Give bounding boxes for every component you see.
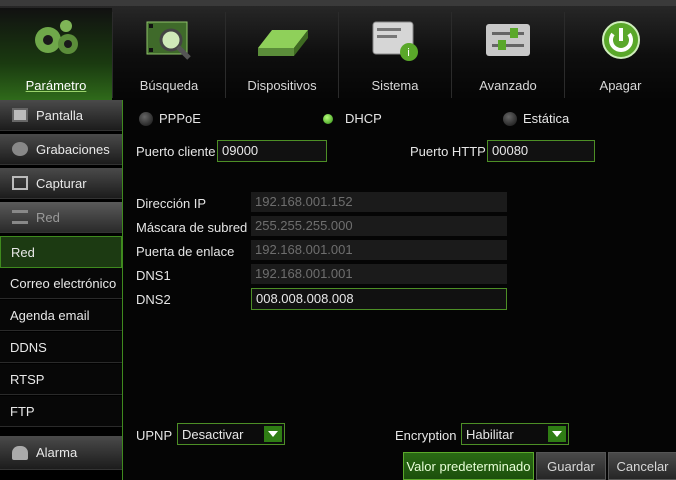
chevron-down-icon [264, 426, 282, 442]
radio-dot-selected [323, 113, 333, 124]
film-reel-icon [12, 142, 28, 156]
radio-estatica-label: Estática [523, 111, 570, 126]
mask-label: Máscara de subred [136, 220, 248, 235]
sidebar-item-correo[interactable]: Correo electrónico [0, 268, 122, 299]
puerto-http-field[interactable]: 00080 [487, 140, 595, 162]
sidebar-item-ftp[interactable]: FTP [0, 396, 122, 427]
puerto-cliente-label: Puerto cliente [136, 144, 216, 159]
sidebar-item-label: Agenda email [10, 307, 90, 323]
toolbar-apagar-label: Apagar [599, 78, 642, 93]
toolbar-busqueda-label: Búsqueda [139, 78, 199, 93]
sidebar-item-agenda-email[interactable]: Agenda email [0, 300, 122, 331]
film-search-icon [146, 21, 191, 60]
toolbar-parametro-label: Parámetro [25, 78, 87, 93]
power-icon [602, 21, 640, 59]
toolbar-apagar[interactable]: Apagar [565, 8, 676, 100]
upnp-label: UPNP [136, 428, 173, 443]
gateway-label: Puerta de enlace [136, 244, 235, 259]
sidebar-item-grabaciones[interactable]: Grabaciones [0, 134, 122, 165]
encryption-select[interactable]: Habilitar [461, 423, 569, 445]
sidebar-item-rtsp[interactable]: RTSP [0, 364, 122, 395]
dns1-label: DNS1 [136, 268, 171, 283]
network-settings-panel: PPPoE DHCP Estática Puerto cliente 09000… [122, 100, 676, 480]
sidebar-item-label: Alarma [36, 445, 78, 460]
hard-drive-icon [258, 30, 308, 56]
ip-field: 192.168.001.152 [251, 192, 507, 212]
radio-pppoe-label: PPPoE [159, 111, 201, 126]
monitor-icon [12, 108, 28, 122]
radio-estatica[interactable]: Estática [503, 111, 569, 126]
capture-icon [12, 176, 28, 190]
encryption-value: Habilitar [466, 426, 514, 442]
sidebar-item-capturar[interactable]: Capturar [0, 168, 122, 199]
ip-label: Dirección IP [136, 196, 207, 211]
sidebar-item-label: Capturar [36, 175, 87, 191]
sliders-icon [486, 24, 530, 56]
encryption-label: Encryption [395, 428, 457, 443]
upnp-value: Desactivar [182, 426, 244, 442]
dns2-label: DNS2 [136, 292, 171, 307]
network-icon [12, 210, 28, 224]
sidebar-item-label: Pantalla [36, 107, 83, 123]
sidebar-item-label: Red [11, 244, 35, 260]
sidebar-item-pantalla[interactable]: Pantalla [0, 100, 122, 131]
dns1-field: 192.168.001.001 [251, 264, 507, 284]
sidebar-item-label: Correo electrónico [10, 275, 117, 291]
toolbar-dispositivos[interactable]: Dispositivos [226, 8, 338, 100]
toolbar-avanzado[interactable]: Avanzado [452, 8, 564, 100]
radio-dot [503, 111, 517, 126]
radio-pppoe[interactable]: PPPoE [139, 111, 201, 126]
sidebar-item-label: Grabaciones [36, 141, 110, 157]
toolbar-busqueda[interactable]: Búsqueda [113, 8, 225, 100]
mask-field: 255.255.255.000 [251, 216, 507, 236]
gears-icon [35, 20, 78, 54]
toolbar-sistema-label: Sistema [371, 78, 419, 93]
dns2-field[interactable]: 008.008.008.008 [251, 288, 507, 310]
bell-icon [12, 445, 28, 460]
toolbar-sistema[interactable]: i Sistema [339, 8, 451, 100]
puerto-cliente-field[interactable]: 09000 [217, 140, 327, 162]
system-info-icon: i [372, 21, 418, 61]
toolbar-dispositivos-label: Dispositivos [247, 78, 317, 93]
sidebar-item-label: Red [36, 209, 60, 225]
toolbar-top-strip [0, 0, 676, 6]
sidebar-item-red-header[interactable]: Red [0, 202, 122, 233]
toolbar-avanzado-label: Avanzado [479, 78, 537, 93]
main-toolbar: Parámetro Búsqueda Dispositivos i Sistem… [0, 0, 676, 100]
radio-dhcp[interactable]: DHCP [319, 111, 382, 126]
sidebar-item-red[interactable]: Red [0, 236, 122, 268]
svg-text:i: i [407, 46, 410, 59]
chevron-down-icon [548, 426, 566, 442]
sidebar-item-ddns[interactable]: DDNS [0, 332, 122, 363]
sidebar: Pantalla Grabaciones Capturar Red Red Co… [0, 100, 122, 480]
gateway-field: 192.168.001.001 [251, 240, 507, 260]
sidebar-item-label: DDNS [10, 339, 47, 355]
sidebar-item-alarma[interactable]: Alarma [0, 436, 122, 470]
upnp-select[interactable]: Desactivar [177, 423, 285, 445]
toolbar-parametro[interactable]: Parámetro [0, 8, 112, 100]
puerto-http-label: Puerto HTTP [410, 144, 486, 159]
radio-dot [139, 111, 153, 126]
cancel-button[interactable]: Cancelar [608, 452, 676, 480]
sidebar-item-label: FTP [10, 403, 35, 419]
radio-dhcp-label: DHCP [345, 111, 382, 126]
sidebar-item-label: RTSP [10, 371, 45, 387]
default-button[interactable]: Valor predeterminado [403, 452, 534, 480]
save-button[interactable]: Guardar [536, 452, 606, 480]
